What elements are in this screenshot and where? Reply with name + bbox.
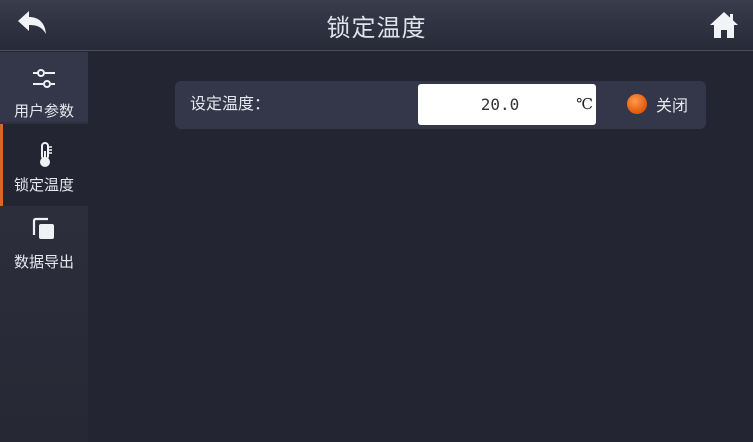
header-bar: 锁定温度 [0, 0, 753, 51]
home-button[interactable] [707, 8, 741, 42]
sidebar-item-label: 数据导出 [13, 253, 74, 271]
sidebar-item-user-params[interactable]: 用户参数 [0, 52, 88, 122]
copy-icon [0, 216, 88, 242]
status-indicator-icon [627, 94, 647, 114]
home-icon [710, 12, 738, 38]
temperature-unit: ℃ [576, 95, 593, 113]
temperature-setting-row: 设定温度： 20.0 ℃ 关闭 [175, 81, 706, 129]
sidebar: 用户参数 锁定温度 数据导出 [0, 52, 88, 442]
sidebar-item-label: 锁定温度 [13, 176, 74, 194]
lock-status-toggle[interactable]: 关闭 [627, 81, 688, 127]
sidebar-item-label: 用户参数 [13, 102, 74, 120]
sidebar-item-data-export[interactable]: 数据导出 [0, 208, 88, 278]
sliders-icon [0, 66, 88, 92]
temperature-value: 20.0 [480, 95, 520, 114]
set-temperature-label: 设定温度： [190, 94, 271, 113]
sidebar-item-lock-temp[interactable]: 锁定温度 [0, 124, 88, 206]
thermometer-icon [3, 141, 88, 169]
page-title: 锁定温度 [326, 14, 427, 42]
status-text: 关闭 [656, 96, 689, 115]
temperature-input[interactable]: 20.0 ℃ [418, 84, 596, 125]
